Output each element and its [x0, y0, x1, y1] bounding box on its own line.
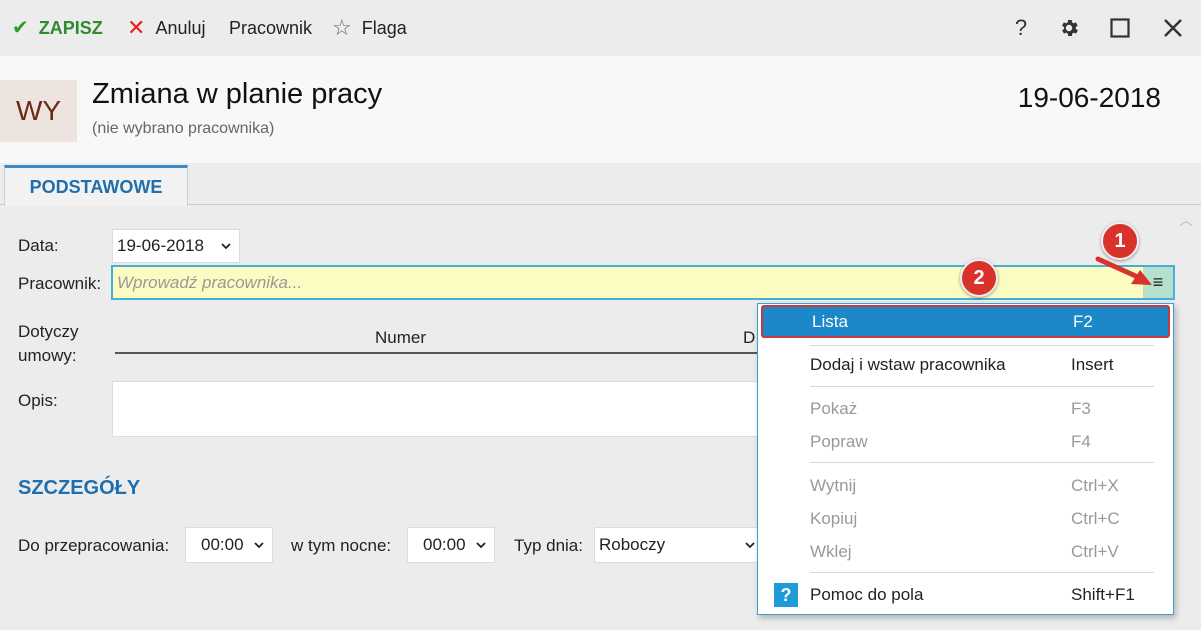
maximize-icon — [1110, 18, 1130, 38]
details-section-title: SZCZEGÓŁY — [18, 477, 141, 499]
day-type-value: Roboczy — [599, 535, 666, 554]
contract-label-line2: umowy: — [18, 346, 77, 365]
menu-item-cut[interactable]: Wytnij Ctrl+X — [758, 470, 1173, 502]
menu-item-label: Kopiuj — [810, 509, 858, 528]
close-button[interactable] — [1159, 14, 1187, 42]
menu-separator — [810, 386, 1154, 387]
menu-item-edit[interactable]: Popraw F4 — [758, 426, 1173, 458]
column-header-number[interactable]: Numer — [375, 328, 426, 348]
menu-item-field-help[interactable]: ? Pomoc do pola Shift+F1 — [758, 579, 1173, 611]
toolbar: ✔ ZAPISZ ✕ Anuluj Pracownik ☆ Flaga ? — [0, 0, 1201, 56]
menu-item-label: Pokaż — [810, 399, 858, 418]
flag-label: Flaga — [361, 17, 407, 38]
page-subtitle: (nie wybrano pracownika) — [92, 120, 275, 137]
work-hours-dropdown[interactable]: 00:00 — [185, 527, 273, 563]
cancel-button[interactable]: ✕ Anuluj — [127, 14, 205, 42]
employee-menu-button[interactable]: ≡ — [1143, 267, 1173, 298]
description-field[interactable] — [112, 381, 762, 437]
menu-separator — [810, 345, 1154, 346]
menu-item-label: Dodaj i wstaw pracownika — [810, 355, 1006, 374]
menu-item-shortcut: Ctrl+V — [1071, 542, 1119, 561]
chevron-down-icon — [745, 542, 755, 549]
work-hours-value: 00:00 — [201, 535, 244, 554]
hamburger-icon: ≡ — [1152, 272, 1164, 292]
menu-item-lista[interactable]: Lista F2 — [761, 305, 1170, 338]
menu-item-show[interactable]: Pokaż F3 — [758, 393, 1173, 425]
maximize-button[interactable] — [1106, 14, 1134, 42]
settings-button[interactable] — [1055, 14, 1083, 42]
tab-bar: PODSTAWOWE — [0, 163, 1201, 206]
menu-item-copy[interactable]: Kopiuj Ctrl+C — [758, 503, 1173, 535]
menu-item-shortcut: Shift+F1 — [1071, 585, 1135, 604]
menu-item-label: Lista — [812, 311, 848, 331]
work-hours-label: Do przepracowania: — [18, 536, 170, 555]
menu-item-shortcut: Insert — [1071, 355, 1114, 374]
date-dropdown[interactable]: 19-06-2018 — [112, 229, 240, 263]
menu-separator — [810, 462, 1154, 463]
menu-item-shortcut: F4 — [1071, 432, 1091, 451]
date-label: Data: — [18, 236, 59, 255]
menu-item-shortcut: Ctrl+C — [1071, 509, 1120, 528]
menu-item-label: Popraw — [810, 432, 868, 451]
description-label: Opis: — [18, 391, 58, 410]
checkmark-icon: ✔ — [12, 17, 29, 39]
menu-separator — [810, 572, 1154, 573]
menu-item-shortcut: F2 — [1073, 311, 1093, 331]
chevron-down-icon — [221, 243, 231, 250]
employee-button[interactable]: Pracownik — [229, 14, 312, 42]
x-icon: ✕ — [127, 15, 146, 40]
menu-item-label: Wklej — [810, 542, 852, 561]
page-title: Zmiana w planie pracy — [92, 78, 383, 110]
avatar: WY — [0, 80, 77, 142]
close-icon — [1164, 19, 1182, 37]
save-label: ZAPISZ — [38, 17, 103, 38]
menu-item-label: Pomoc do pola — [810, 585, 924, 604]
day-type-dropdown[interactable]: Roboczy — [594, 527, 764, 563]
save-button[interactable]: ✔ ZAPISZ — [12, 14, 103, 42]
star-icon: ☆ — [332, 15, 352, 40]
tab-podstawowe[interactable]: PODSTAWOWE — [4, 165, 188, 206]
menu-item-label: Wytnij — [810, 476, 857, 495]
flag-button[interactable]: ☆ Flaga — [332, 14, 407, 42]
gear-icon — [1062, 20, 1078, 36]
column-header-d[interactable]: D — [743, 328, 755, 348]
question-icon: ? — [1014, 15, 1028, 40]
employee-label: Pracownik: — [18, 274, 102, 293]
cancel-label: Anuluj — [155, 17, 206, 38]
employee-label: Pracownik — [229, 17, 313, 38]
callout-badge-1: 1 — [1101, 222, 1139, 260]
date-value: 19-06-2018 — [117, 236, 204, 255]
employee-context-menu: Lista F2 Dodaj i wstaw pracownika Insert… — [757, 303, 1174, 615]
night-hours-value: 00:00 — [423, 535, 466, 554]
chevron-down-icon — [476, 542, 486, 549]
day-type-label: Typ dnia: — [514, 536, 583, 555]
contract-label-line1: Dotyczy — [18, 322, 79, 341]
night-hours-label: w tym nocne: — [291, 536, 392, 555]
document-date: 19-06-2018 — [1017, 82, 1161, 113]
help-icon: ? — [774, 583, 798, 607]
menu-item-add-employee[interactable]: Dodaj i wstaw pracownika Insert — [758, 349, 1173, 381]
menu-item-shortcut: F3 — [1071, 399, 1091, 418]
night-hours-dropdown[interactable]: 00:00 — [407, 527, 495, 563]
contract-table-header: Numer D — [115, 324, 765, 354]
callout-badge-2: 2 — [960, 259, 998, 297]
menu-item-shortcut: Ctrl+X — [1071, 476, 1119, 495]
document-header: WY Zmiana w planie pracy (nie wybrano pr… — [0, 56, 1201, 163]
chevron-down-icon — [254, 542, 264, 549]
scroll-up-icon[interactable]: ︿ — [1179, 210, 1193, 230]
help-button[interactable]: ? — [1007, 14, 1035, 42]
employee-field: ≡ — [111, 265, 1175, 300]
menu-item-paste[interactable]: Wklej Ctrl+V — [758, 536, 1173, 568]
